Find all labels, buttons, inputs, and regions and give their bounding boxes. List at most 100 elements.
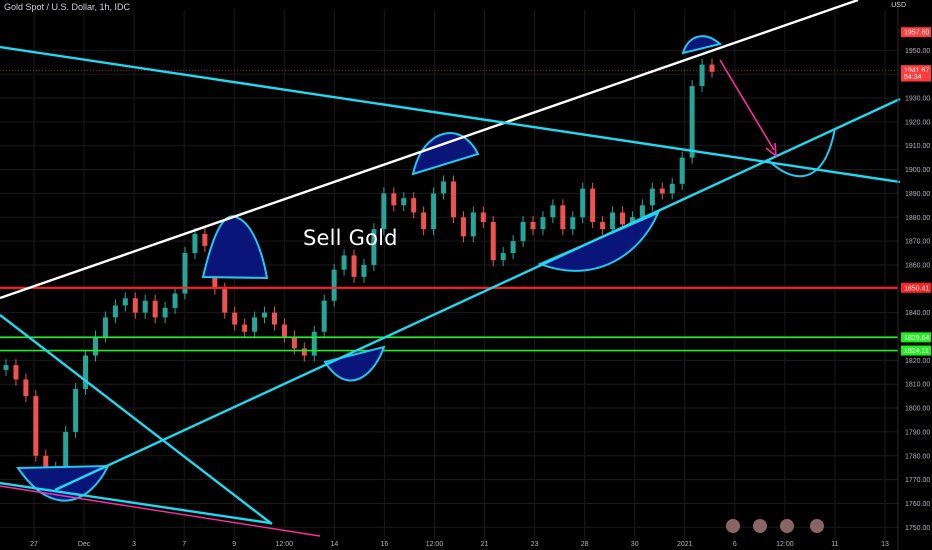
y-tick-label: 1890.00 bbox=[905, 191, 930, 198]
candle-body bbox=[92, 336, 98, 356]
candle-body bbox=[63, 431, 69, 468]
candle-body bbox=[550, 205, 556, 218]
candle-body bbox=[33, 396, 39, 456]
candle-body bbox=[699, 64, 705, 87]
x-tick-label: 30 bbox=[631, 541, 639, 548]
candle-body bbox=[132, 298, 138, 313]
y-tick-label: 1770.00 bbox=[905, 477, 930, 484]
candle-body bbox=[709, 64, 715, 72]
candle-body bbox=[580, 188, 586, 218]
candle-body bbox=[252, 317, 258, 332]
candle-body bbox=[460, 217, 466, 237]
x-tick-label: 27 bbox=[30, 541, 38, 548]
event-icon[interactable] bbox=[726, 519, 740, 533]
candle-body bbox=[291, 336, 297, 349]
x-tick-label: 14 bbox=[330, 541, 338, 548]
candle-body bbox=[401, 198, 407, 206]
candle-body bbox=[142, 300, 148, 313]
candle-body bbox=[431, 193, 437, 230]
x-tick-label: 21 bbox=[481, 541, 489, 548]
event-icon[interactable] bbox=[753, 519, 767, 533]
candle-body bbox=[321, 300, 327, 332]
candle-body bbox=[450, 181, 456, 218]
chart-background bbox=[0, 0, 932, 550]
price-tag-label: 1824.11 bbox=[904, 348, 929, 355]
y-tick-label: 1800.00 bbox=[905, 406, 930, 413]
x-tick-label: 28 bbox=[581, 541, 589, 548]
y-tick-label: 1860.00 bbox=[905, 262, 930, 269]
y-tick-label: 1950.00 bbox=[905, 48, 930, 55]
candle-body bbox=[600, 222, 606, 230]
candle-body bbox=[441, 181, 447, 194]
candle-body bbox=[421, 212, 427, 230]
event-icon[interactable] bbox=[780, 519, 794, 533]
x-tick-label: 16 bbox=[381, 541, 389, 548]
y-tick-label: 1840.00 bbox=[905, 310, 930, 317]
sell-gold-annotation: Sell Gold bbox=[303, 226, 398, 250]
x-tick-label: 7 bbox=[182, 541, 186, 548]
candle-body bbox=[232, 312, 238, 325]
candle-body bbox=[610, 212, 616, 230]
candle-body bbox=[311, 331, 317, 356]
x-tick-label: 6 bbox=[733, 541, 737, 548]
candle-body bbox=[679, 157, 685, 184]
candle-body bbox=[271, 312, 277, 325]
y-tick-label: 1880.00 bbox=[905, 215, 930, 222]
candle-body bbox=[23, 379, 29, 397]
candle-body bbox=[331, 269, 337, 301]
candle-body bbox=[152, 300, 158, 318]
event-icon[interactable] bbox=[810, 519, 824, 533]
candle-body bbox=[83, 355, 89, 389]
x-tick-label: 12:00 bbox=[776, 541, 794, 548]
candle-body bbox=[490, 222, 496, 261]
x-tick-label: Dec bbox=[78, 541, 91, 548]
candle-body bbox=[480, 212, 486, 223]
x-tick-label: 12:00 bbox=[276, 541, 294, 548]
candle-body bbox=[262, 312, 268, 318]
candle-body bbox=[13, 365, 19, 380]
candle-body bbox=[73, 388, 79, 432]
candle-body bbox=[102, 317, 108, 337]
candle-body bbox=[649, 188, 655, 206]
y-tick-label: 1910.00 bbox=[905, 143, 930, 150]
y-tick-label: 1820.00 bbox=[905, 358, 930, 365]
candle-body bbox=[301, 348, 307, 356]
candle-body bbox=[351, 255, 357, 277]
price-tag-label: 54:34 bbox=[904, 74, 922, 81]
candle-body bbox=[381, 193, 387, 230]
x-tick-label: 3 bbox=[132, 541, 136, 548]
gold-price-chart: 1750.00 1760.00 1770.00 1780.00 1790.00 1800.… bbox=[0, 0, 932, 550]
candle-body bbox=[172, 293, 178, 308]
candle-body bbox=[530, 222, 536, 230]
candle-body bbox=[242, 324, 248, 332]
y-tick-label: 1920.00 bbox=[905, 119, 930, 126]
y-tick-label: 1790.00 bbox=[905, 429, 930, 436]
candle-body bbox=[281, 324, 287, 337]
x-tick-label: 13 bbox=[881, 541, 889, 548]
candle-body bbox=[411, 198, 417, 213]
candle-body bbox=[669, 183, 675, 194]
candle-body bbox=[122, 298, 128, 306]
y-tick-label: 1750.00 bbox=[905, 525, 930, 532]
candle-body bbox=[222, 288, 228, 313]
candle-body bbox=[620, 212, 626, 225]
candle-body bbox=[202, 233, 208, 246]
candle-body bbox=[470, 212, 476, 237]
price-tag-label: 1957.60 bbox=[904, 30, 929, 37]
x-tick-label: 23 bbox=[531, 541, 539, 548]
y-tick-label: 1760.00 bbox=[905, 501, 930, 508]
candle-body bbox=[3, 365, 9, 370]
currency-label: USD bbox=[891, 2, 906, 9]
candle-body bbox=[540, 217, 546, 230]
candle-body bbox=[391, 193, 397, 206]
y-tick-label: 1870.00 bbox=[905, 239, 930, 246]
candle-body bbox=[192, 233, 198, 254]
y-tick-label: 1810.00 bbox=[905, 382, 930, 389]
price-tag-label: 1829.64 bbox=[904, 335, 929, 342]
x-tick-label: 12:00 bbox=[426, 541, 444, 548]
candle-body bbox=[162, 307, 168, 318]
candle-body bbox=[500, 253, 506, 261]
candle-body bbox=[560, 205, 566, 230]
candle-body bbox=[590, 188, 596, 223]
candle-body bbox=[570, 217, 576, 230]
